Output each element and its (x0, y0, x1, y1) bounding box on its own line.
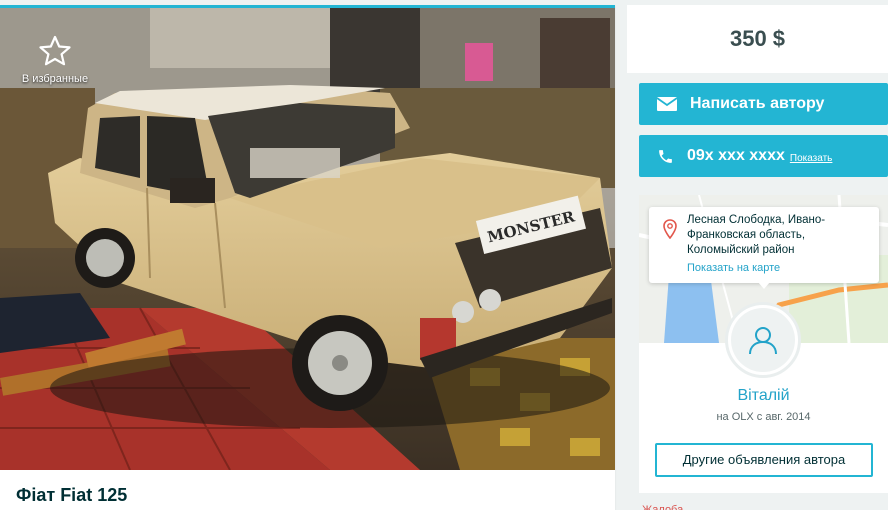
listing-card: MONSTER В избранные Фіат Fiat 125 (0, 5, 615, 510)
seller-card: Лесная Слободка, Ивано-Франковская облас… (639, 195, 888, 493)
favorite-label: В избранные (21, 73, 89, 85)
price-box: 350 $ (627, 5, 888, 73)
seller-name[interactable]: Віталій (639, 387, 888, 405)
address-text: Лесная Слободка, Ивано-Франковская облас… (687, 214, 826, 256)
favorite-button[interactable]: В избранные (14, 35, 96, 85)
show-on-map-link[interactable]: Показать на карте (687, 262, 780, 274)
price: 350 $ (729, 26, 786, 51)
listing-title: Фіат Fiat 125 (16, 485, 128, 505)
message-author-label: Написать автору (690, 95, 825, 112)
star-icon (39, 35, 71, 66)
envelope-icon (657, 97, 677, 111)
address-popup-pointer (758, 282, 770, 289)
phone-number: 09x xxx xxxx (687, 147, 785, 164)
address-popup: Лесная Слободка, Ивано-Франковская облас… (649, 207, 879, 283)
phone-icon (657, 148, 674, 165)
phone-button[interactable]: 09x xxx xxxx Показать (639, 135, 888, 177)
seller-since: на OLX с авг. 2014 (716, 411, 811, 423)
avatar[interactable] (725, 302, 801, 378)
location-pin-icon (663, 219, 677, 244)
phone-show-link[interactable]: Показать (790, 153, 833, 164)
other-ads-button[interactable]: Другие объявления автора (655, 443, 873, 477)
message-author-button[interactable]: Написать автору (639, 83, 888, 125)
complaint-link[interactable]: Жалоба (642, 503, 683, 510)
user-icon (749, 327, 777, 355)
page: MONSTER В избранные Фіат Fiat 125 350 $ … (0, 0, 888, 510)
